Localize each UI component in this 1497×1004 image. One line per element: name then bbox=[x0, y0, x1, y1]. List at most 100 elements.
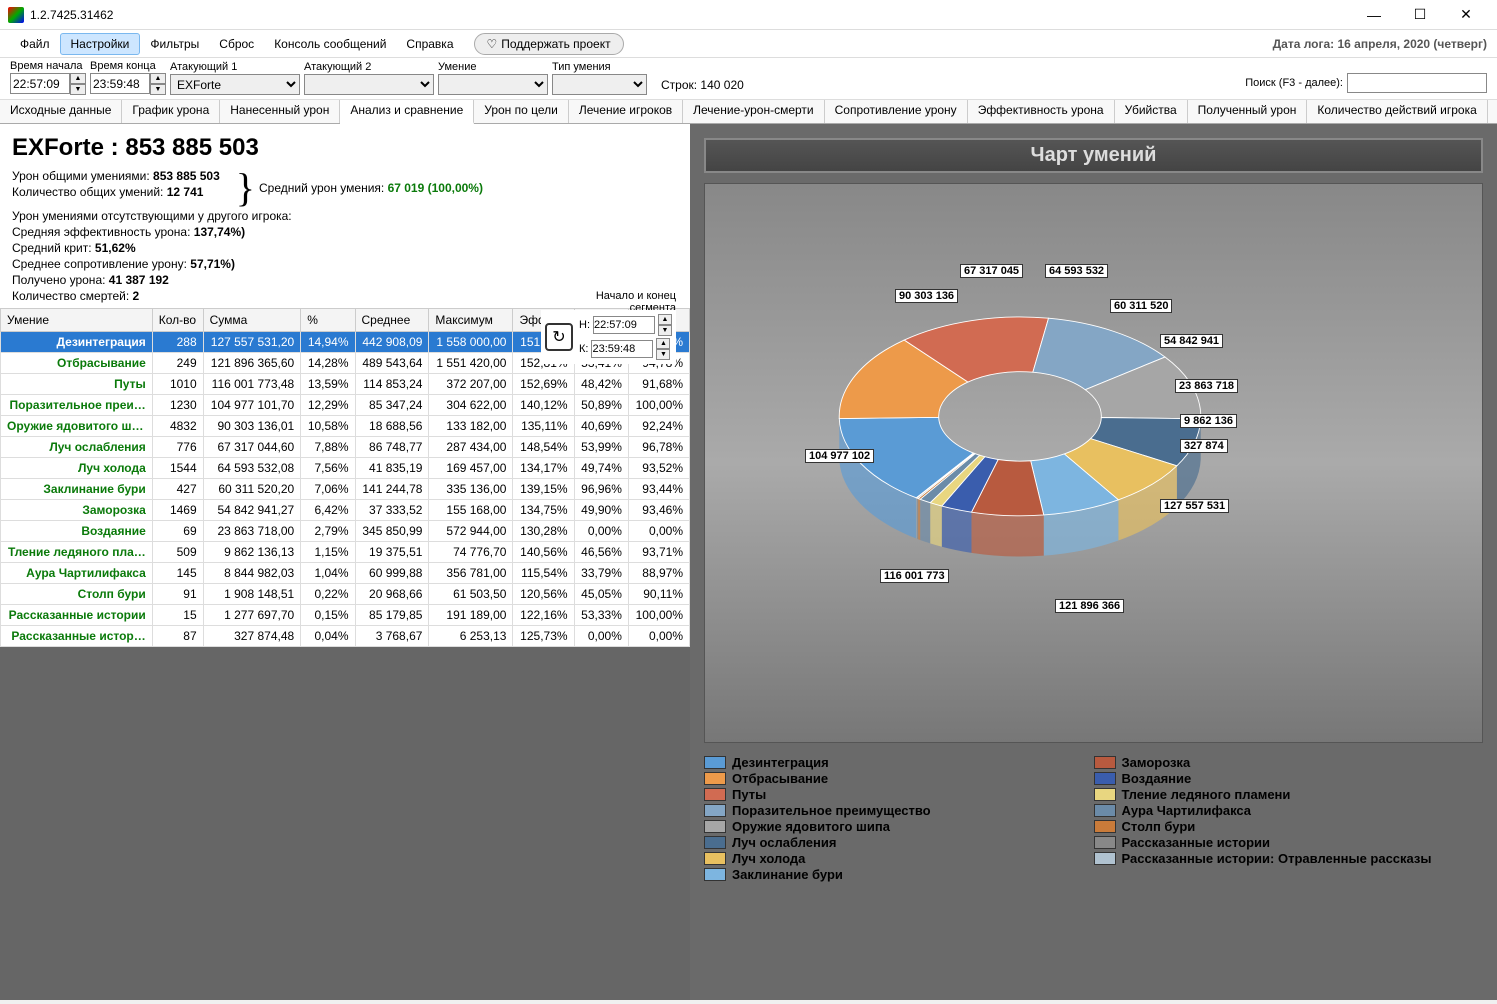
tab-9[interactable]: Убийства bbox=[1115, 100, 1188, 123]
minimize-button[interactable]: — bbox=[1351, 0, 1397, 30]
end-time-label: Время конца bbox=[90, 60, 166, 72]
segment-start-input[interactable] bbox=[593, 316, 655, 334]
skilltype-label: Тип умения bbox=[552, 61, 647, 73]
table-row[interactable]: Оружие ядовитого ши…483290 303 136,0110,… bbox=[1, 416, 690, 437]
table-row[interactable]: Рассказанные истории151 277 697,700,15%8… bbox=[1, 605, 690, 626]
attacker2-select[interactable] bbox=[304, 74, 434, 95]
app-icon bbox=[8, 7, 24, 23]
table-row[interactable]: Поразительное преи…1230104 977 101,7012,… bbox=[1, 395, 690, 416]
legend-swatch bbox=[704, 820, 726, 833]
table-row[interactable]: Заклинание бури42760 311 520,207,06%141 … bbox=[1, 479, 690, 500]
spin-down-icon[interactable]: ▼ bbox=[150, 84, 166, 95]
legend-swatch bbox=[704, 788, 726, 801]
close-button[interactable]: ✕ bbox=[1443, 0, 1489, 30]
legend-swatch bbox=[1094, 820, 1116, 833]
refresh-button[interactable]: ↻ bbox=[545, 323, 573, 351]
table-row[interactable]: Тление ледяного пла…5099 862 136,131,15%… bbox=[1, 542, 690, 563]
col-header[interactable]: Умение bbox=[1, 309, 153, 332]
legend-swatch bbox=[1094, 852, 1116, 865]
menu-filters[interactable]: Фильтры bbox=[140, 34, 209, 54]
legend-item[interactable]: Столп бури bbox=[1094, 819, 1484, 834]
menu-help[interactable]: Справка bbox=[396, 34, 463, 54]
spin-up-icon[interactable]: ▲ bbox=[656, 338, 670, 349]
col-header[interactable]: Кол-во bbox=[152, 309, 203, 332]
maximize-button[interactable]: ☐ bbox=[1397, 0, 1443, 30]
chart-value-label: 116 001 773 bbox=[880, 569, 949, 583]
legend-item[interactable]: Оружие ядовитого шипа bbox=[704, 819, 1094, 834]
table-row[interactable]: Луч холода154464 593 532,087,56%41 835,1… bbox=[1, 458, 690, 479]
tab-0[interactable]: Исходные данные bbox=[0, 100, 122, 123]
col-header[interactable]: Максимум bbox=[429, 309, 513, 332]
titlebar: 1.2.7425.31462 — ☐ ✕ bbox=[0, 0, 1497, 30]
tab-2[interactable]: Нанесенный урон bbox=[220, 100, 340, 123]
legend-swatch bbox=[704, 804, 726, 817]
table-row[interactable]: Заморозка146954 842 941,276,42%37 333,52… bbox=[1, 500, 690, 521]
start-time-label: Время начала bbox=[10, 60, 86, 72]
menu-settings[interactable]: Настройки bbox=[60, 33, 141, 55]
legend-item[interactable]: Путы bbox=[704, 787, 1094, 802]
start-time-input[interactable] bbox=[10, 73, 70, 94]
spin-up-icon[interactable]: ▲ bbox=[70, 73, 86, 84]
chart-legend: ДезинтеграцияОтбрасываниеПутыПоразительн… bbox=[704, 755, 1483, 883]
legend-item[interactable]: Рассказанные истории: Отравленные расска… bbox=[1094, 851, 1484, 866]
brace-icon: } bbox=[236, 168, 255, 208]
legend-item[interactable]: Луч холода bbox=[704, 851, 1094, 866]
spin-up-icon[interactable]: ▲ bbox=[150, 73, 166, 84]
search-box: Поиск (F3 - далее): bbox=[1245, 73, 1487, 95]
legend-swatch bbox=[1094, 788, 1116, 801]
legend-item[interactable]: Луч ослабления bbox=[704, 835, 1094, 850]
search-input[interactable] bbox=[1347, 73, 1487, 93]
spin-up-icon[interactable]: ▲ bbox=[658, 314, 672, 325]
legend-swatch bbox=[1094, 756, 1116, 769]
spin-down-icon[interactable]: ▼ bbox=[658, 325, 672, 336]
menu-file[interactable]: Файл bbox=[10, 34, 60, 54]
attacker1-select[interactable]: EXForte bbox=[170, 74, 300, 95]
legend-item[interactable]: Отбрасывание bbox=[704, 771, 1094, 786]
table-row[interactable]: Воздаяние6923 863 718,002,79%345 850,995… bbox=[1, 521, 690, 542]
tab-3[interactable]: Анализ и сравнение bbox=[340, 100, 474, 124]
legend-item[interactable]: Воздаяние bbox=[1094, 771, 1484, 786]
tab-bar: Исходные данныеГрафик уронаНанесенный ур… bbox=[0, 100, 1497, 124]
legend-item[interactable]: Поразительное преимущество bbox=[704, 803, 1094, 818]
support-button[interactable]: ♡Поддержать проект bbox=[474, 33, 624, 55]
end-time-input[interactable] bbox=[90, 73, 150, 94]
col-header[interactable]: Среднее bbox=[355, 309, 429, 332]
menu-console[interactable]: Консоль сообщений bbox=[264, 34, 396, 54]
tab-7[interactable]: Сопротивление урону bbox=[825, 100, 968, 123]
tab-6[interactable]: Лечение-урон-смерти bbox=[683, 100, 824, 123]
segment-end-input[interactable] bbox=[591, 340, 653, 358]
col-header[interactable]: Сумма bbox=[203, 309, 301, 332]
table-row[interactable]: Рассказанные истор…87327 874,480,04%3 76… bbox=[1, 626, 690, 647]
legend-item[interactable]: Рассказанные истории bbox=[1094, 835, 1484, 850]
tab-8[interactable]: Эффективность урона bbox=[968, 100, 1115, 123]
skill-select[interactable] bbox=[438, 74, 548, 95]
heart-icon: ♡ bbox=[487, 37, 498, 51]
menu-reset[interactable]: Сброс bbox=[209, 34, 264, 54]
chart-value-label: 127 557 531 bbox=[1160, 499, 1229, 513]
chart-value-label: 64 593 532 bbox=[1045, 264, 1108, 278]
chart-value-label: 327 874 bbox=[1180, 439, 1228, 453]
spin-down-icon[interactable]: ▼ bbox=[656, 349, 670, 360]
search-label: Поиск (F3 - далее): bbox=[1245, 77, 1343, 89]
table-row[interactable]: Луч ослабления77667 317 044,607,88%86 74… bbox=[1, 437, 690, 458]
tab-10[interactable]: Полученный урон bbox=[1188, 100, 1308, 123]
tab-5[interactable]: Лечение игроков bbox=[569, 100, 683, 123]
tab-1[interactable]: График урона bbox=[122, 100, 220, 123]
table-row[interactable]: Путы1010116 001 773,4813,59%114 853,2437… bbox=[1, 374, 690, 395]
attacker2-label: Атакующий 2 bbox=[304, 61, 434, 73]
legend-item[interactable]: Аура Чартилифакса bbox=[1094, 803, 1484, 818]
legend-item[interactable]: Тление ледяного пламени bbox=[1094, 787, 1484, 802]
table-row[interactable]: Столп бури911 908 148,510,22%20 968,6661… bbox=[1, 584, 690, 605]
legend-item[interactable]: Заморозка bbox=[1094, 755, 1484, 770]
skilltype-select[interactable] bbox=[552, 74, 647, 95]
col-header[interactable]: % bbox=[301, 309, 355, 332]
legend-item[interactable]: Дезинтеграция bbox=[704, 755, 1094, 770]
tab-4[interactable]: Урон по цели bbox=[474, 100, 569, 123]
table-row[interactable]: Аура Чартилифакса1458 844 982,031,04%60 … bbox=[1, 563, 690, 584]
menubar: Файл Настройки Фильтры Сброс Консоль соо… bbox=[0, 30, 1497, 58]
chart-title: Чарт умений bbox=[704, 138, 1483, 173]
legend-swatch bbox=[704, 868, 726, 881]
spin-down-icon[interactable]: ▼ bbox=[70, 84, 86, 95]
tab-11[interactable]: Количество действий игрока bbox=[1307, 100, 1487, 123]
legend-item[interactable]: Заклинание бури bbox=[704, 867, 1094, 882]
